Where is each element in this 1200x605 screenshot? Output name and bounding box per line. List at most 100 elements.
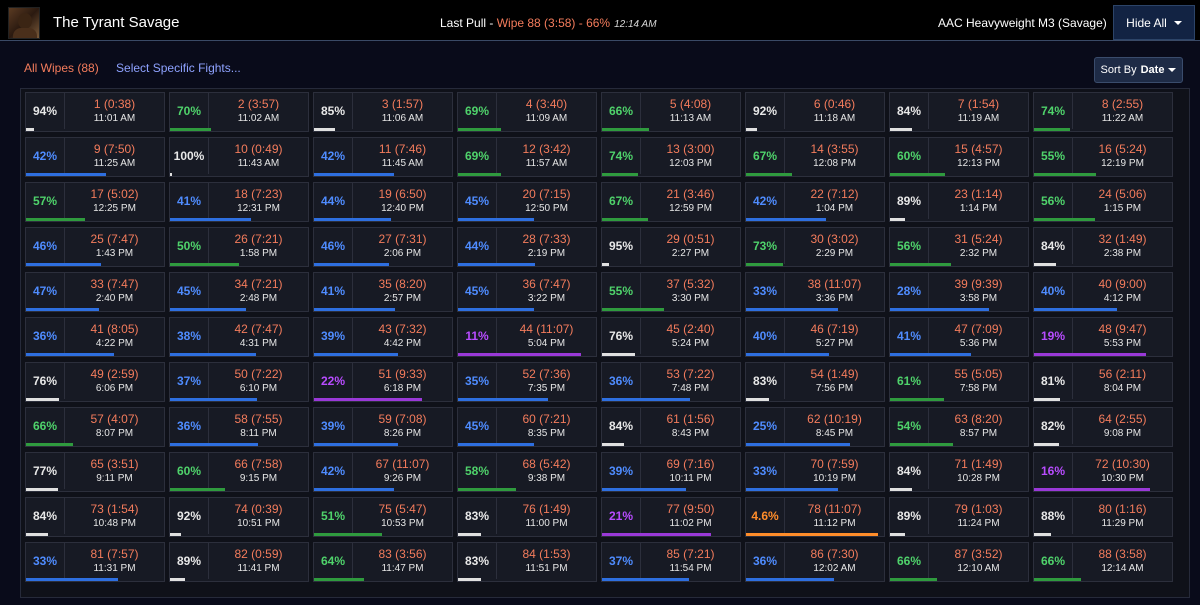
pull-card[interactable]: 67% 14 (3:55) 12:08 PM	[745, 137, 885, 177]
pull-card[interactable]: 39% 69 (7:16) 10:11 PM	[601, 452, 741, 492]
pull-card[interactable]: 89% 82 (0:59) 11:41 PM	[169, 542, 309, 582]
pull-card[interactable]: 42% 11 (7:46) 11:45 AM	[313, 137, 453, 177]
pull-card[interactable]: 36% 41 (8:05) 4:22 PM	[25, 317, 165, 357]
pull-card[interactable]: 70% 2 (3:57) 11:02 AM	[169, 92, 309, 132]
pull-card[interactable]: 60% 66 (7:58) 9:15 PM	[169, 452, 309, 492]
pull-card[interactable]: 39% 59 (7:08) 8:26 PM	[313, 407, 453, 447]
pull-percent: 56%	[896, 239, 922, 253]
pull-card[interactable]: 58% 68 (5:42) 9:38 PM	[457, 452, 597, 492]
pull-number-duration: 85 (7:21)	[666, 547, 715, 561]
pull-card[interactable]: 69% 4 (3:40) 11:09 AM	[457, 92, 597, 132]
pull-card[interactable]: 37% 50 (7:22) 6:10 PM	[169, 362, 309, 402]
pull-card[interactable]: 25% 62 (10:19) 8:45 PM	[745, 407, 885, 447]
pull-card[interactable]: 77% 65 (3:51) 9:11 PM	[25, 452, 165, 492]
pull-card[interactable]: 21% 77 (9:50) 11:02 PM	[601, 497, 741, 537]
pull-card[interactable]: 83% 76 (1:49) 11:00 PM	[457, 497, 597, 537]
pull-card[interactable]: 55% 37 (5:32) 3:30 PM	[601, 272, 741, 312]
pull-percent: 33%	[752, 464, 778, 478]
pull-card[interactable]: 95% 29 (0:51) 2:27 PM	[601, 227, 741, 267]
pull-card[interactable]: 22% 51 (9:33) 6:18 PM	[313, 362, 453, 402]
pull-card[interactable]: 46% 25 (7:47) 1:43 PM	[25, 227, 165, 267]
pull-card[interactable]: 4.6% 78 (11:07) 11:12 PM	[745, 497, 885, 537]
pull-card[interactable]: 60% 15 (4:57) 12:13 PM	[889, 137, 1029, 177]
pull-card[interactable]: 19% 48 (9:47) 5:53 PM	[1033, 317, 1173, 357]
pull-card[interactable]: 67% 21 (3:46) 12:59 PM	[601, 182, 741, 222]
pull-percent: 55%	[1040, 149, 1066, 163]
pull-time: 11:57 AM	[525, 158, 568, 169]
pull-card[interactable]: 42% 67 (11:07) 9:26 PM	[313, 452, 453, 492]
pull-card[interactable]: 92% 74 (0:39) 10:51 PM	[169, 497, 309, 537]
pull-card[interactable]: 66% 57 (4:07) 8:07 PM	[25, 407, 165, 447]
pull-time: 10:51 PM	[237, 518, 280, 529]
pull-card[interactable]: 45% 20 (7:15) 12:50 PM	[457, 182, 597, 222]
pull-card[interactable]: 44% 19 (6:50) 12:40 PM	[313, 182, 453, 222]
pull-card[interactable]: 64% 83 (3:56) 11:47 PM	[313, 542, 453, 582]
pull-card[interactable]: 36% 58 (7:55) 8:11 PM	[169, 407, 309, 447]
all-wipes-link[interactable]: All Wipes (88)	[24, 61, 99, 75]
sort-by-dropdown[interactable]: Sort By Date	[1094, 57, 1183, 83]
pull-card[interactable]: 89% 79 (1:03) 11:24 PM	[889, 497, 1029, 537]
pull-card[interactable]: 42% 9 (7:50) 11:25 AM	[25, 137, 165, 177]
pull-card[interactable]: 92% 6 (0:46) 11:18 AM	[745, 92, 885, 132]
pull-card[interactable]: 55% 16 (5:24) 12:19 PM	[1033, 137, 1173, 177]
pull-card[interactable]: 66% 5 (4:08) 11:13 AM	[601, 92, 741, 132]
pull-card[interactable]: 50% 26 (7:21) 1:58 PM	[169, 227, 309, 267]
pull-card[interactable]: 76% 49 (2:59) 6:06 PM	[25, 362, 165, 402]
pull-card[interactable]: 66% 88 (3:58) 12:14 AM	[1033, 542, 1173, 582]
pull-card[interactable]: 11% 44 (11:07) 5:04 PM	[457, 317, 597, 357]
pull-card[interactable]: 45% 36 (7:47) 3:22 PM	[457, 272, 597, 312]
pull-card[interactable]: 57% 17 (5:02) 12:25 PM	[25, 182, 165, 222]
pull-card[interactable]: 41% 18 (7:23) 12:31 PM	[169, 182, 309, 222]
pull-card[interactable]: 56% 31 (5:24) 2:32 PM	[889, 227, 1029, 267]
pull-card[interactable]: 82% 64 (2:55) 9:08 PM	[1033, 407, 1173, 447]
pull-card[interactable]: 84% 71 (1:49) 10:28 PM	[889, 452, 1029, 492]
pull-card[interactable]: 81% 56 (2:11) 8:04 PM	[1033, 362, 1173, 402]
pull-card[interactable]: 54% 63 (8:20) 8:57 PM	[889, 407, 1029, 447]
pull-card[interactable]: 84% 32 (1:49) 2:38 PM	[1033, 227, 1173, 267]
pull-card[interactable]: 69% 12 (3:42) 11:57 AM	[457, 137, 597, 177]
pull-card[interactable]: 37% 85 (7:21) 11:54 PM	[601, 542, 741, 582]
pull-card[interactable]: 85% 3 (1:57) 11:06 AM	[313, 92, 453, 132]
pull-card[interactable]: 41% 35 (8:20) 2:57 PM	[313, 272, 453, 312]
pull-card[interactable]: 100% 10 (0:49) 11:43 AM	[169, 137, 309, 177]
pull-card[interactable]: 94% 1 (0:38) 11:01 AM	[25, 92, 165, 132]
pull-card[interactable]: 36% 53 (7:22) 7:48 PM	[601, 362, 741, 402]
pull-card[interactable]: 83% 84 (1:53) 11:51 PM	[457, 542, 597, 582]
pull-card[interactable]: 44% 28 (7:33) 2:19 PM	[457, 227, 597, 267]
pull-card[interactable]: 41% 47 (7:09) 5:36 PM	[889, 317, 1029, 357]
pull-card[interactable]: 84% 7 (1:54) 11:19 AM	[889, 92, 1029, 132]
pull-card[interactable]: 74% 8 (2:55) 11:22 AM	[1033, 92, 1173, 132]
pull-card[interactable]: 84% 73 (1:54) 10:48 PM	[25, 497, 165, 537]
pull-card[interactable]: 28% 39 (9:39) 3:58 PM	[889, 272, 1029, 312]
pull-card[interactable]: 33% 38 (11:07) 3:36 PM	[745, 272, 885, 312]
pull-card[interactable]: 36% 86 (7:30) 12:02 AM	[745, 542, 885, 582]
pull-card[interactable]: 56% 24 (5:06) 1:15 PM	[1033, 182, 1173, 222]
pull-card[interactable]: 42% 22 (7:12) 1:04 PM	[745, 182, 885, 222]
hide-all-button[interactable]: Hide All	[1113, 5, 1195, 40]
pull-card[interactable]: 61% 55 (5:05) 7:58 PM	[889, 362, 1029, 402]
pull-card[interactable]: 33% 81 (7:57) 11:31 PM	[25, 542, 165, 582]
pull-card[interactable]: 73% 30 (3:02) 2:29 PM	[745, 227, 885, 267]
pull-card[interactable]: 33% 70 (7:59) 10:19 PM	[745, 452, 885, 492]
pull-card[interactable]: 88% 80 (1:16) 11:29 PM	[1033, 497, 1173, 537]
pull-card[interactable]: 45% 34 (7:21) 2:48 PM	[169, 272, 309, 312]
pull-card[interactable]: 74% 13 (3:00) 12:03 PM	[601, 137, 741, 177]
pull-card[interactable]: 40% 46 (7:19) 5:27 PM	[745, 317, 885, 357]
pull-card[interactable]: 83% 54 (1:49) 7:56 PM	[745, 362, 885, 402]
pull-card[interactable]: 46% 27 (7:31) 2:06 PM	[313, 227, 453, 267]
pull-card[interactable]: 16% 72 (10:30) 10:30 PM	[1033, 452, 1173, 492]
pull-card[interactable]: 76% 45 (2:40) 5:24 PM	[601, 317, 741, 357]
pull-card[interactable]: 38% 42 (7:47) 4:31 PM	[169, 317, 309, 357]
pull-card[interactable]: 47% 33 (7:47) 2:40 PM	[25, 272, 165, 312]
pull-progress-bar	[1034, 488, 1150, 491]
fight-filter-links: All Wipes (88) Select Specific Fights...	[24, 61, 241, 75]
pull-card[interactable]: 89% 23 (1:14) 1:14 PM	[889, 182, 1029, 222]
pull-card[interactable]: 51% 75 (5:47) 10:53 PM	[313, 497, 453, 537]
select-fights-link[interactable]: Select Specific Fights...	[116, 61, 241, 75]
pull-card[interactable]: 35% 52 (7:36) 7:35 PM	[457, 362, 597, 402]
pull-card[interactable]: 40% 40 (9:00) 4:12 PM	[1033, 272, 1173, 312]
pull-card[interactable]: 84% 61 (1:56) 8:43 PM	[601, 407, 741, 447]
pull-card[interactable]: 39% 43 (7:32) 4:42 PM	[313, 317, 453, 357]
pull-card[interactable]: 45% 60 (7:21) 8:35 PM	[457, 407, 597, 447]
pull-card[interactable]: 66% 87 (3:52) 12:10 AM	[889, 542, 1029, 582]
